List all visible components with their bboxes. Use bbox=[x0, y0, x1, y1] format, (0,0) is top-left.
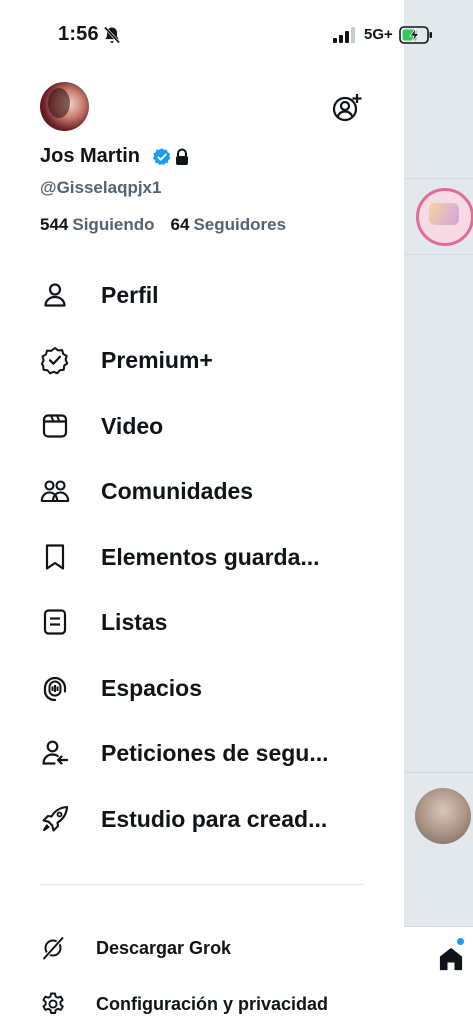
divider bbox=[404, 772, 473, 773]
menu-item-label: Elementos guarda... bbox=[101, 543, 320, 570]
grok-icon bbox=[42, 936, 64, 960]
add-account-icon[interactable] bbox=[331, 92, 363, 124]
menu-item-creator-studio[interactable]: Estudio para cread... bbox=[40, 795, 370, 843]
menu-item-follow-requests[interactable]: Peticiones de segu... bbox=[40, 729, 370, 777]
list-icon bbox=[43, 609, 67, 635]
bell-off-icon bbox=[103, 26, 121, 44]
menu-item-bookmarks[interactable]: Elementos guarda... bbox=[40, 533, 370, 581]
verified-badge-icon bbox=[152, 148, 171, 166]
menu-item-espacios[interactable]: Espacios bbox=[40, 664, 370, 712]
follow-request-icon bbox=[42, 740, 69, 765]
menu-item-premium[interactable]: Premium+ bbox=[40, 336, 370, 384]
battery-charging-icon bbox=[399, 26, 432, 44]
profile-avatar[interactable] bbox=[40, 82, 89, 131]
menu-item-label: Premium+ bbox=[101, 346, 213, 373]
following-count[interactable]: 544 bbox=[40, 215, 68, 234]
bottom-nav bbox=[404, 926, 473, 1024]
divider bbox=[404, 254, 473, 255]
status-bar: 1:56 5G+ bbox=[0, 0, 473, 70]
premium-badge-icon bbox=[40, 347, 69, 375]
user-handle: @Gisselaqpjx1 bbox=[40, 178, 162, 197]
menu-item-label: Espacios bbox=[101, 674, 202, 701]
network-type: 5G+ bbox=[364, 26, 393, 43]
menu-item-label: Perfil bbox=[101, 281, 159, 308]
menu-item-perfil[interactable]: Perfil bbox=[40, 271, 370, 319]
rocket-icon bbox=[42, 805, 69, 832]
menu-item-label: Estudio para cread... bbox=[101, 805, 328, 832]
menu-item-download-grok[interactable]: Descargar Grok bbox=[40, 930, 370, 966]
notification-dot bbox=[457, 938, 464, 945]
menu-item-settings[interactable]: Configuración y privacidad bbox=[40, 986, 370, 1022]
followers-count[interactable]: 64 bbox=[171, 215, 190, 234]
menu-item-listas[interactable]: Listas bbox=[40, 598, 370, 646]
video-icon bbox=[42, 414, 68, 438]
status-time: 1:56 bbox=[58, 23, 99, 45]
menu-item-label: Listas bbox=[101, 608, 168, 635]
app-icon bbox=[416, 188, 473, 246]
bookmark-icon bbox=[45, 544, 65, 570]
signal-bars-icon bbox=[333, 27, 355, 43]
menu-item-label: Configuración y privacidad bbox=[96, 993, 329, 1014]
display-name[interactable]: Jos Martin bbox=[40, 145, 140, 168]
gear-icon bbox=[42, 992, 64, 1014]
background-timeline[interactable] bbox=[404, 0, 473, 1024]
menu-item-label: Video bbox=[101, 412, 164, 439]
followers-label[interactable]: Seguidores bbox=[193, 215, 286, 234]
divider bbox=[40, 884, 363, 885]
menu-item-label: Comunidades bbox=[101, 477, 254, 504]
avatar bbox=[415, 788, 471, 844]
menu-item-video[interactable]: Video bbox=[40, 402, 370, 450]
follow-stats: 544 Siguiendo 64 Seguidores bbox=[40, 215, 286, 235]
communities-icon bbox=[40, 480, 70, 503]
home-icon[interactable] bbox=[437, 945, 465, 973]
divider bbox=[404, 178, 473, 179]
following-label[interactable]: Siguiendo bbox=[72, 215, 154, 234]
person-icon bbox=[44, 283, 66, 307]
menu-item-label: Descargar Grok bbox=[96, 937, 232, 958]
lock-icon bbox=[176, 148, 188, 165]
menu-item-label: Peticiones de segu... bbox=[101, 739, 329, 766]
menu-item-comunidades[interactable]: Comunidades bbox=[40, 467, 370, 515]
spaces-icon bbox=[43, 676, 67, 702]
